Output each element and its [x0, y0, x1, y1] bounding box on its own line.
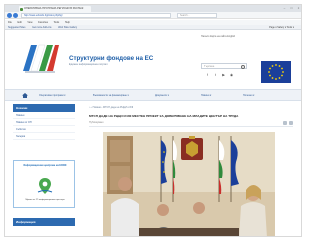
breadcrumb[interactable]: ⌂ › Новини › МТСП даде на РЦЦИ и ИФ: [89, 106, 133, 109]
nav-item-funding[interactable]: Възможности за финансиране ▾: [93, 90, 129, 102]
browser-search-input[interactable]: Search...: [177, 13, 217, 18]
nav-item-programs[interactable]: Оперативни програми ▾: [39, 90, 65, 102]
nav-item-documents[interactable]: Документи ▾: [155, 90, 169, 102]
sidebar-item-program-news[interactable]: Новини от ОП: [13, 119, 75, 126]
forward-icon[interactable]: [13, 13, 18, 18]
map-pin-icon: [37, 178, 53, 194]
back-icon[interactable]: [7, 13, 12, 18]
social-links: f t ▶ ◉: [205, 73, 234, 78]
banner-title: Информационни центрове на ЕСИФ: [23, 164, 67, 167]
bulgaria-flag-logo-icon[interactable]: [21, 41, 59, 79]
page-title: МТСП ДАДЕ НА РЦЦИ И ИФ МЕСТЕН ПРОЕКТ ЗА …: [89, 114, 239, 118]
sidebar-heading: Новини: [13, 104, 75, 112]
youtube-icon[interactable]: ▶: [221, 73, 226, 78]
home-icon[interactable]: [22, 93, 28, 98]
menu-help[interactable]: Help: [65, 21, 70, 24]
info-centers-banner[interactable]: Информационни центрове на ЕСИФ Мрежа от …: [13, 160, 75, 208]
banner-caption: Мрежа от 27 информационни центъра: [25, 199, 65, 201]
article-photo: [103, 132, 275, 236]
rss-icon[interactable]: ◉: [229, 73, 234, 78]
menu-file[interactable]: File: [8, 21, 12, 24]
sidebar-item-events[interactable]: Събития: [13, 126, 75, 133]
window-controls: – □ ×: [282, 6, 301, 11]
email-icon[interactable]: [289, 121, 293, 125]
menu-edit[interactable]: Edit: [18, 21, 22, 24]
site-favicon-icon: [20, 7, 23, 11]
close-icon[interactable]: ×: [296, 6, 301, 10]
command-bar-tools[interactable]: Page ▾ Safety ▾ Tools ▾: [269, 25, 294, 29]
minimize-icon[interactable]: –: [282, 6, 287, 10]
nav-arrows: [7, 13, 18, 18]
address-bar: http://www.eufunds.bg/index.php/bg/ Sear…: [5, 12, 301, 19]
site-title[interactable]: Структурни фондове на ЕС: [69, 55, 153, 62]
main-navigation: Оперативни програми ▾ Възможности за фин…: [5, 89, 301, 102]
favorite-link[interactable]: Get more Add-ons: [32, 26, 51, 29]
maximize-icon[interactable]: □: [289, 6, 294, 10]
article-meta-text: Публикувано: [89, 121, 104, 124]
top-links[interactable]: Начало Карта на сайта English: [201, 35, 235, 38]
sidebar-heading-info: Информация: [13, 218, 75, 226]
print-icon[interactable]: [283, 121, 287, 125]
site-header: Структурни фондове на ЕС Единен информац…: [5, 31, 301, 89]
site-subtitle: Единен информационен портал: [69, 63, 108, 66]
tab-title: ОПЕРАТИВНА ПРОГРАМА РЕГИОНИ В РАСТЕЖ: [24, 7, 84, 10]
menu-favorites[interactable]: Favorites: [38, 21, 48, 24]
nav-item-useful[interactable]: Полезно ▾: [243, 90, 254, 102]
menu-tools[interactable]: Tools: [54, 21, 60, 24]
menu-view[interactable]: View: [27, 21, 32, 24]
search-icon[interactable]: [241, 65, 245, 69]
site-search-placeholder: Търсене: [204, 65, 215, 68]
browser-window: ОПЕРАТИВНА ПРОГРАМА РЕГИОНИ В РАСТЕЖ – □…: [4, 4, 302, 237]
tab-bar: ОПЕРАТИВНА ПРОГРАМА РЕГИОНИ В РАСТЕЖ – □…: [5, 5, 301, 12]
favorite-link[interactable]: Web Slice Gallery: [58, 26, 77, 29]
sidebar-item-gallery[interactable]: Галерия: [13, 133, 75, 140]
article-tools: [283, 121, 293, 125]
coat-of-arms: [181, 136, 203, 160]
url-field[interactable]: http://www.eufunds.bg/index.php/bg/: [21, 13, 171, 18]
facebook-icon[interactable]: f: [205, 73, 210, 78]
favorite-link[interactable]: Suggested Sites: [8, 26, 25, 29]
eu-flag-icon: [261, 61, 291, 83]
site-search-input[interactable]: Търсене: [201, 63, 247, 69]
nav-item-news[interactable]: Новини ▾: [201, 90, 211, 102]
left-sidebar: Новини Новини Новини от ОП Събития Галер…: [13, 104, 75, 236]
favorites-bar: Suggested Sites Get more Add-ons Web Sli…: [5, 25, 301, 30]
article-meta: Публикувано: [89, 121, 293, 127]
twitter-icon[interactable]: t: [213, 73, 218, 78]
sidebar-item-news[interactable]: Новини: [13, 112, 75, 119]
